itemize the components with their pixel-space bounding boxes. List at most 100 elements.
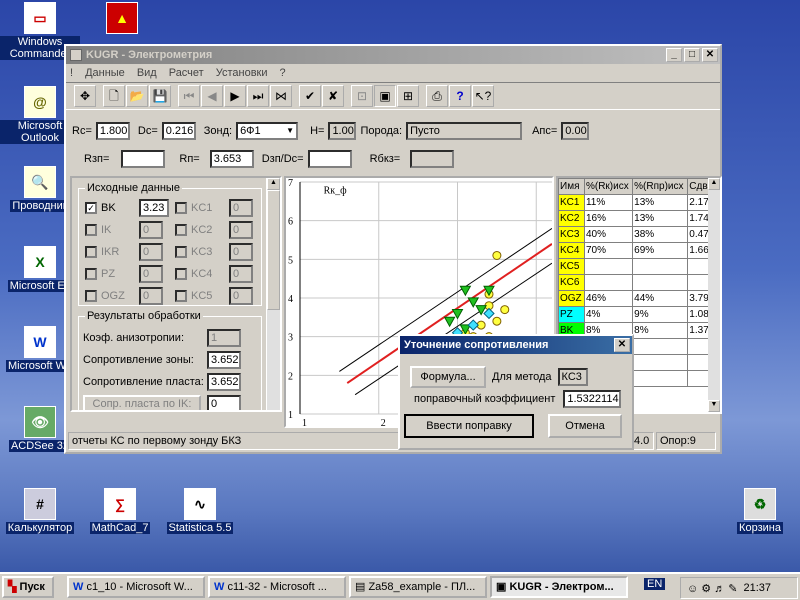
table-row[interactable]: KC4 70% 69% 1.66	[558, 242, 712, 259]
y-axis-label: Rк_ф	[324, 186, 348, 197]
start-button[interactable]: ▚ Пуск	[2, 576, 54, 598]
task-word-1[interactable]: W c1_10 - Microsoft W...	[67, 576, 205, 598]
check-icon[interactable]: ✔	[299, 85, 321, 107]
cancel-button[interactable]: Отмена	[548, 414, 622, 438]
language-indicator[interactable]: EN	[644, 578, 666, 590]
play-icon[interactable]: ▶	[224, 85, 246, 107]
scroll-up-icon[interactable]: ▲	[708, 178, 720, 190]
source-item-label: KC2	[191, 224, 213, 236]
table-row[interactable]: OGZ 46% 44% 3.79	[558, 290, 712, 307]
prev-record-icon[interactable]: ◀	[201, 85, 223, 107]
zone-res-label: Сопротивление зоны:	[83, 354, 194, 366]
scroll-thumb[interactable]	[267, 190, 280, 310]
checkbox[interactable]: ✓	[85, 202, 97, 214]
menu-item-help[interactable]: ?	[280, 67, 286, 79]
open-folder-icon[interactable]: 📂	[126, 85, 148, 107]
tool-c-icon[interactable]: ⊞	[397, 85, 419, 107]
app-icon: ▤	[355, 581, 369, 593]
menu-item-calc[interactable]: Расчет	[169, 67, 204, 79]
maximize-button[interactable]: □	[684, 48, 700, 62]
minimize-button[interactable]: _	[666, 48, 682, 62]
rc-field[interactable]: 1.800	[95, 122, 130, 140]
rzp-field[interactable]	[121, 150, 166, 168]
menu-item-bang[interactable]: !	[70, 67, 73, 79]
print-icon[interactable]: ⎙	[426, 85, 448, 107]
data-point	[443, 316, 456, 328]
desktop-icon-recycle-bin[interactable]: ♻ Корзина	[720, 488, 800, 534]
table-row[interactable]: KC3 40% 38% 0.47	[558, 226, 712, 243]
rp-field[interactable]: 3.653	[209, 150, 254, 168]
results-layer-row: Сопротивление пласта: 3.652	[83, 373, 241, 391]
table-cell: 13%	[632, 194, 689, 211]
layer-res-field[interactable]: 3.652	[207, 373, 241, 391]
source-item-ogz: OGZ 0	[85, 285, 169, 307]
first-record-icon[interactable]: ⏮	[178, 85, 200, 107]
help-icon[interactable]: ?	[449, 85, 471, 107]
task-kugr[interactable]: ▣ KUGR - Электром...	[490, 576, 628, 598]
dialog-title-bar[interactable]: Уточнение сопротивления ✕	[400, 336, 632, 354]
table-row[interactable]: KC5	[558, 258, 712, 275]
data-point	[483, 307, 495, 320]
expand-icon[interactable]: ⋈	[270, 85, 292, 107]
source-item-value: 0	[229, 221, 253, 239]
dc-field[interactable]: 0.216	[161, 122, 196, 140]
coef-field[interactable]: 1.5322114	[563, 390, 622, 408]
word-icon: W	[214, 581, 228, 593]
source-item-value[interactable]: 3.23	[139, 199, 169, 217]
dialog-row-3: Ввести поправку Отмена	[404, 414, 622, 438]
data-point	[500, 305, 510, 315]
table-row[interactable]: KC6	[558, 274, 712, 291]
table-header: %(Rпр)исх	[632, 178, 689, 195]
tool-a-icon[interactable]: ⊡	[351, 85, 373, 107]
dialog-close-button[interactable]: ✕	[614, 338, 630, 352]
desktop-icon-mathcad[interactable]: ∑ MathCad_7	[80, 488, 160, 534]
zone-select[interactable]: 6Ф1 ▼	[236, 122, 299, 140]
new-file-icon[interactable]: 🗋	[103, 85, 125, 107]
desktop-icon-calculator[interactable]: # Калькулятор	[0, 488, 80, 534]
data-point	[459, 285, 472, 297]
source-item-ik: IK 0	[85, 219, 169, 241]
source-item-value: 0	[139, 287, 163, 305]
save-icon[interactable]: 💾	[149, 85, 171, 107]
outlook-icon: @	[24, 86, 56, 118]
ik-field[interactable]: 0	[207, 395, 241, 410]
source-item-value: 0	[229, 243, 253, 261]
layer-res-label: Сопротивление пласта:	[83, 376, 204, 388]
desktop-icon-statistica[interactable]: ∿ Statistica 5.5	[160, 488, 240, 534]
dzp-field[interactable]	[307, 150, 352, 168]
formula-button[interactable]: Формула...	[410, 366, 486, 388]
source-item-value: 0	[229, 199, 253, 217]
table-cell: KC1	[558, 194, 585, 211]
x-tick-label: 1	[302, 418, 307, 426]
tool-b-icon[interactable]: ▣	[374, 85, 396, 107]
cancel-icon[interactable]: ✘	[322, 85, 344, 107]
desktop-icon-fire[interactable]: ▲	[82, 2, 162, 36]
scroll-down-icon[interactable]: ▼	[708, 400, 720, 412]
table-row[interactable]: KC2 16% 13% 1.74	[558, 210, 712, 227]
menu-item-settings[interactable]: Установки	[216, 67, 268, 79]
zone-value: 6Ф1	[240, 125, 261, 137]
table-scrollbar[interactable]: ▲ ▼	[708, 178, 720, 412]
table-row[interactable]: PZ 4% 9% 1.08	[558, 306, 712, 323]
aniso-field: 1	[207, 329, 241, 347]
title-bar[interactable]: KUGR - Электрометрия _ □ ✕	[66, 46, 720, 64]
scroll-up-icon[interactable]: ▲	[267, 178, 280, 190]
ik-button[interactable]: Сопр. пласта по IK:	[83, 395, 201, 410]
source-item-label: OGZ	[101, 290, 125, 302]
task-word-2[interactable]: W c11-32 - Microsoft ...	[208, 576, 346, 598]
table-cell: KC3	[558, 226, 585, 243]
menu-item-view[interactable]: Вид	[137, 67, 157, 79]
task-za58[interactable]: ▤ Za58_example - ПЛ...	[349, 576, 487, 598]
table-row[interactable]: KC1 11% 13% 2.17	[558, 194, 712, 211]
left-panel-scrollbar[interactable]: ▲	[266, 178, 280, 410]
context-help-icon[interactable]: ↖?	[472, 85, 494, 107]
source-data-left: ✓ BK 3.23 IK 0 IKR 0 PZ 0 OGZ 0	[85, 197, 169, 307]
zone-res-field[interactable]: 3.652	[207, 351, 241, 369]
last-record-icon[interactable]: ⏭	[247, 85, 269, 107]
menu-item-data[interactable]: Данные	[85, 67, 125, 79]
tray-icons[interactable]: ☺ ⚙ ♬ ✎	[687, 582, 737, 595]
close-button[interactable]: ✕	[702, 48, 718, 62]
move-icon[interactable]: ✥	[74, 85, 96, 107]
apply-button[interactable]: Ввести поправку	[404, 414, 534, 438]
dzp-label: Dзп/Dc=	[261, 153, 304, 165]
